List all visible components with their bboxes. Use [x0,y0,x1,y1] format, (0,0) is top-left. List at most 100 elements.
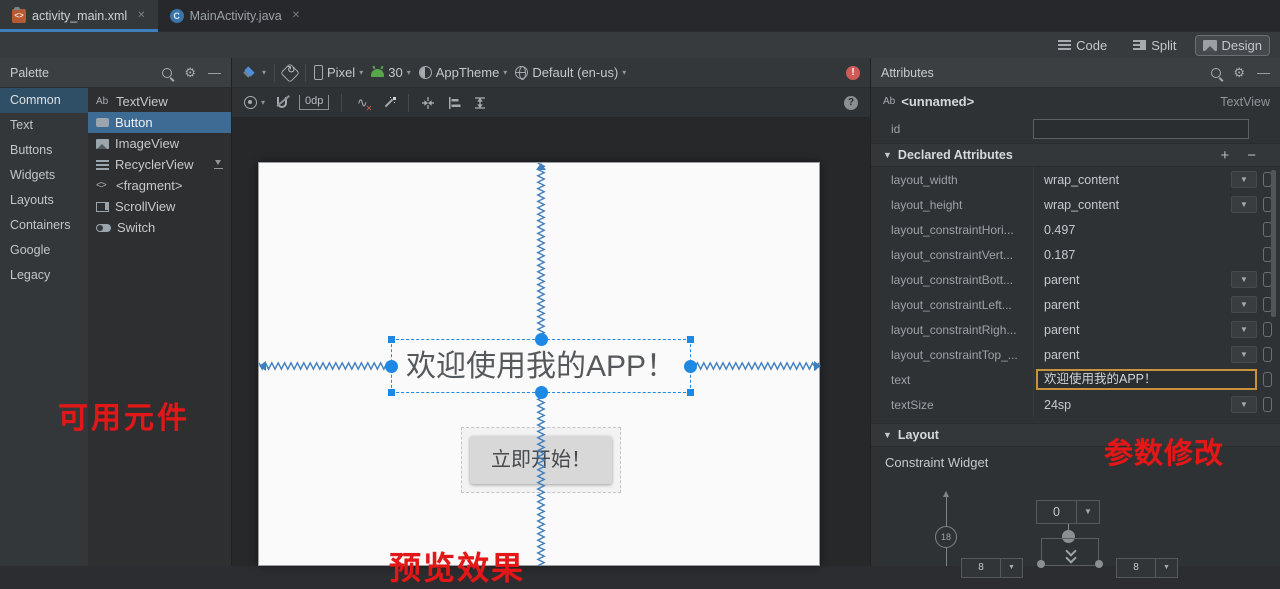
palette-category-text[interactable]: Text [0,113,88,138]
attr-value[interactable]: wrap_content [1044,173,1119,187]
palette-category-legacy[interactable]: Legacy [0,263,88,288]
attr-row-constraint-horizontal-bias: layout_constraintHori... 0.497 [871,217,1280,242]
tab-label: MainActivity.java [189,8,282,23]
close-icon[interactable]: ✕ [137,10,145,21]
autoconnect-toggle[interactable] [277,97,288,108]
view-options-button[interactable]: ▾ [244,96,265,109]
palette-item-switch[interactable]: Switch [88,217,231,238]
dropdown-arrow[interactable]: ▼ [1076,501,1099,523]
palette-category-containers[interactable]: Containers [0,213,88,238]
dropdown-arrow[interactable]: ▼ [1231,171,1257,188]
orientation-selector[interactable] [280,62,300,83]
split-mode-button[interactable]: Split [1125,35,1184,56]
dropdown-arrow[interactable]: ▼ [1231,296,1257,313]
palette-category-google[interactable]: Google [0,238,88,263]
search-icon[interactable] [1211,67,1222,78]
attr-value[interactable]: 0.187 [1044,248,1075,262]
device-screen[interactable]: 立即开始！ 欢迎使用我的APP！ 预览效果 [258,162,821,586]
attr-value[interactable]: 24sp [1044,398,1071,412]
minimize-icon[interactable]: — [208,65,221,80]
palette-category-buttons[interactable]: Buttons [0,138,88,163]
distribute-button[interactable] [473,96,487,110]
flag-icon[interactable] [1263,322,1272,337]
attr-value[interactable]: parent [1044,323,1079,337]
design-surface-selector[interactable]: ▾ [242,66,266,80]
left-anchor-dot[interactable] [1037,560,1045,568]
resize-handle-top-right[interactable] [687,336,694,343]
palette-item-fragment[interactable]: <> <fragment> [88,175,231,196]
scrollbar-thumb[interactable] [1271,170,1276,317]
attr-value[interactable]: wrap_content [1044,198,1119,212]
palette-item-scrollview[interactable]: ScrollView [88,196,231,217]
search-icon[interactable] [162,67,173,78]
text-value-input[interactable]: 欢迎使用我的APP！ [1036,369,1257,390]
attr-value[interactable]: parent [1044,348,1079,362]
constraint-widget[interactable]: 18 0 ▼ 8 ▼ 8 ▼ [871,488,1280,578]
anchor-bottom[interactable] [535,386,548,399]
dropdown-arrow[interactable]: ▼ [1231,396,1257,413]
palette-category-widgets[interactable]: Widgets [0,163,88,188]
flag-icon[interactable] [1263,397,1272,412]
code-mode-label: Code [1076,37,1108,53]
code-mode-button[interactable]: Code [1050,35,1115,56]
dropdown-arrow[interactable]: ▼ [1231,321,1257,338]
remove-attribute-button[interactable]: − [1247,147,1256,164]
palette-item-button[interactable]: Button [88,112,231,133]
dropdown-arrow[interactable]: ▼ [1000,559,1022,577]
tab-label: activity_main.xml [32,8,128,23]
resize-handle-bottom-right[interactable] [687,389,694,396]
selected-textview[interactable]: 欢迎使用我的APP！ [385,333,697,399]
flag-icon[interactable] [1263,347,1272,362]
device-selector[interactable]: Pixel ▾ [314,65,363,80]
id-input[interactable] [1033,119,1249,139]
anchor-right[interactable] [684,360,697,373]
dropdown-arrow[interactable]: ▼ [1231,271,1257,288]
gear-icon[interactable]: ⚙ [1233,65,1245,81]
theme-selector[interactable]: AppTheme ▾ [418,65,507,80]
error-badge[interactable]: ! [846,65,860,80]
minimize-icon[interactable]: — [1257,65,1270,80]
attr-value[interactable]: parent [1044,298,1079,312]
palette-item-imageview[interactable]: ImageView [88,133,231,154]
locale-selector[interactable]: Default (en-us) ▾ [515,65,626,80]
palette-category-common[interactable]: Common [0,88,88,113]
palette-panel: Palette ⚙ — Common Text Buttons Widgets … [0,58,232,566]
attr-value[interactable]: 0.497 [1044,223,1075,237]
dropdown-arrow[interactable]: ▼ [1155,559,1177,577]
tab-activity-main-xml[interactable]: <> activity_main.xml ✕ [0,0,158,32]
dropdown-arrow[interactable]: ▼ [1231,346,1257,363]
anchor-left[interactable] [385,360,398,373]
anchor-top[interactable] [535,333,548,346]
pack-button[interactable] [421,96,435,110]
attr-value[interactable]: parent [1044,273,1079,287]
add-attribute-button[interactable]: + [1220,147,1229,164]
infer-constraints-button[interactable] [382,96,397,110]
api-level-selector[interactable]: 30 ▾ [371,65,411,80]
layout-canvas[interactable]: 立即开始！ 欢迎使用我的APP！ 预览效果 [232,118,870,586]
tab-mainactivity-java[interactable]: C MainActivity.java ✕ [158,0,313,31]
resize-handle-bottom-left[interactable] [388,389,395,396]
top-margin-dropdown[interactable]: 0 ▼ [1036,500,1100,524]
flag-icon[interactable] [1263,372,1272,387]
gear-icon[interactable]: ⚙ [184,65,196,81]
id-label: id [891,122,901,136]
caret-icon: ▾ [262,68,267,77]
palette-category-layouts[interactable]: Layouts [0,188,88,213]
default-margin-button[interactable]: 0dp [299,95,330,110]
resize-handle-top-left[interactable] [388,336,395,343]
help-icon[interactable]: ? [844,95,858,110]
textview-text: 欢迎使用我的APP！ [405,350,677,383]
right-margin-dropdown[interactable]: 8 ▼ [1116,558,1178,578]
dropdown-arrow[interactable]: ▼ [1231,196,1257,213]
bias-value-badge[interactable]: 18 [935,526,957,548]
declared-attributes-header[interactable]: ▼ Declared Attributes + − [871,143,1280,167]
right-anchor-dot[interactable] [1095,560,1103,568]
close-icon[interactable]: ✕ [292,10,300,21]
palette-item-textview[interactable]: Ab TextView [88,91,231,112]
palette-item-recyclerview[interactable]: RecyclerView [88,154,231,175]
clear-constraints-button[interactable]: ∿ ✕ [354,95,372,113]
align-button[interactable] [447,96,461,110]
widget-box[interactable] [1041,538,1099,566]
design-mode-button[interactable]: Design [1194,34,1270,56]
left-margin-dropdown[interactable]: 8 ▼ [961,558,1023,578]
